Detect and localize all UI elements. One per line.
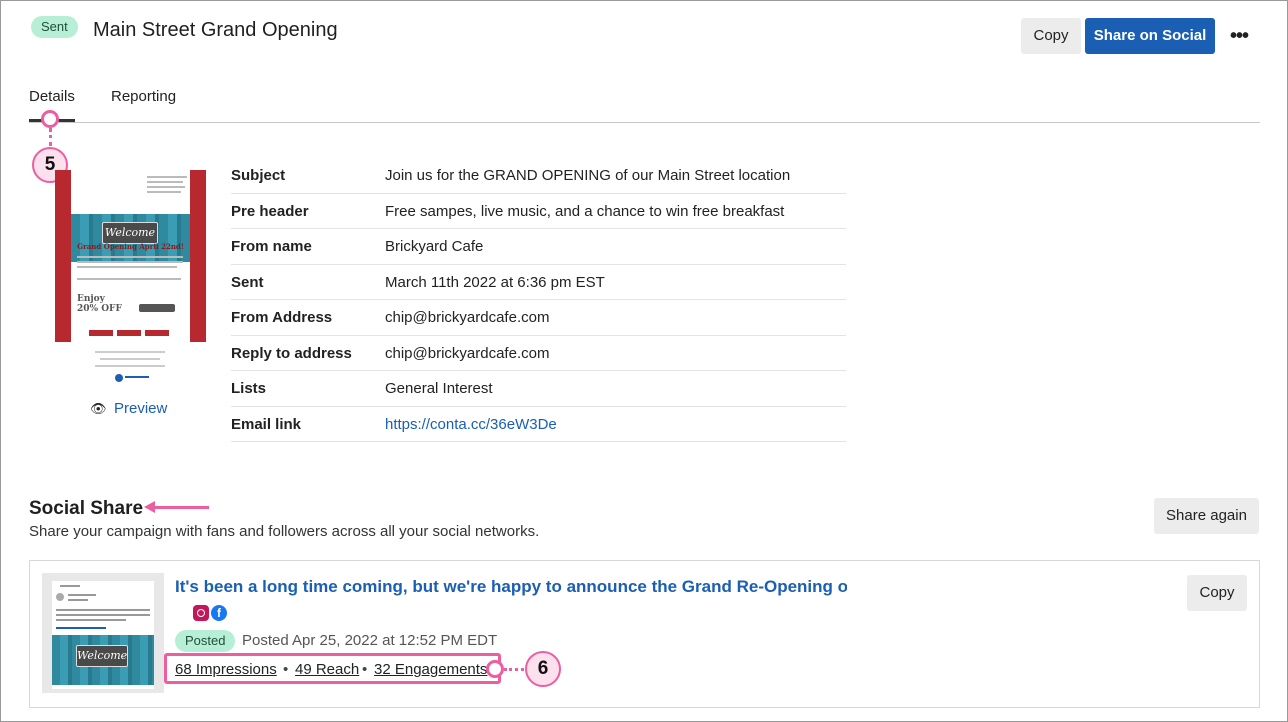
details-label: From Address <box>231 309 333 326</box>
details-row: Email link https://conta.cc/36eW3De <box>231 407 846 442</box>
callout-connector <box>504 668 524 671</box>
more-options-icon[interactable]: ••• <box>1226 26 1252 46</box>
copy-post-button[interactable]: Copy <box>1187 575 1247 611</box>
thumb-welcome-sign: Welcome <box>102 222 158 244</box>
thumb-offer: Enjoy 20% OFF <box>77 294 122 314</box>
impressions-link[interactable]: 68 Impressions <box>175 661 277 678</box>
email-link[interactable]: https://conta.cc/36eW3De <box>385 416 557 433</box>
tab-details[interactable]: Details <box>29 88 75 105</box>
callout-marker <box>486 660 504 678</box>
thumb-red-button <box>145 330 169 336</box>
post-text-line <box>56 614 150 616</box>
details-row: Subject Join us for the GRAND OPENING of… <box>231 158 846 194</box>
details-row: Sent March 11th 2022 at 6:36 pm EST <box>231 265 846 300</box>
reach-link[interactable]: 49 Reach <box>295 661 359 678</box>
thumb-text-line <box>77 256 183 258</box>
callout-connector <box>49 128 52 146</box>
facebook-icon: f <box>211 605 227 621</box>
thumb-text-line <box>147 191 181 193</box>
details-value: March 11th 2022 at 6:36 pm EST <box>385 273 605 291</box>
thumb-text-line <box>100 358 160 360</box>
status-badge: Sent <box>31 16 78 38</box>
preview-link[interactable]: 👁 Preview <box>90 400 167 417</box>
social-post-card: Welcome It's been a long time coming, bu… <box>29 560 1260 708</box>
post-text-line <box>60 585 80 587</box>
details-value: Brickyard Cafe <box>385 238 484 255</box>
thumb-text-line <box>147 186 185 188</box>
details-value: chip@brickyardcafe.com <box>385 309 550 326</box>
posted-timestamp: Posted Apr 25, 2022 at 12:52 PM EDT <box>242 632 498 649</box>
share-on-social-button[interactable]: Share on Social <box>1085 18 1215 54</box>
thumb-text-line <box>95 365 165 367</box>
thumb-text-line <box>77 278 181 280</box>
details-label: From name <box>231 238 312 255</box>
avatar <box>56 593 64 601</box>
details-table: Subject Join us for the GRAND OPENING of… <box>231 158 846 442</box>
tab-divider <box>29 122 1260 123</box>
email-thumbnail[interactable]: Welcome Grand Opening April 22nd! Enjoy … <box>55 170 206 389</box>
eye-icon: 👁 <box>90 401 107 416</box>
thumb-red-button <box>117 330 141 336</box>
post-thumbnail[interactable]: Welcome <box>42 573 164 693</box>
post-text-line <box>68 594 96 596</box>
post-welcome-sign: Welcome <box>76 645 128 667</box>
post-title-link[interactable]: It's been a long time coming, but we're … <box>175 577 847 597</box>
details-value: General Interest <box>385 380 493 397</box>
metric-separator: • <box>362 661 368 678</box>
tab-reporting[interactable]: Reporting <box>111 88 176 105</box>
thumb-button <box>139 304 175 312</box>
thumb-text-line <box>77 261 183 263</box>
thumb-text-line <box>125 376 149 378</box>
details-label: Lists <box>231 380 267 397</box>
posted-badge: Posted <box>175 630 236 652</box>
details-label: Sent <box>231 273 264 291</box>
details-row: Lists General Interest <box>231 371 846 407</box>
details-value: chip@brickyardcafe.com <box>385 344 550 362</box>
details-value: Join us for the GRAND OPENING of our Mai… <box>385 167 791 184</box>
post-text-line <box>56 627 106 629</box>
page-title: Main Street Grand Opening <box>93 19 338 41</box>
post-text-line <box>56 619 126 621</box>
callout-arrow-line <box>154 506 209 509</box>
details-row: Reply to address chip@brickyardcafe.com <box>231 336 846 371</box>
thumb-text-line <box>95 351 165 353</box>
callout-marker <box>41 110 59 128</box>
thumb-headline: Grand Opening April 22nd! <box>77 242 184 251</box>
instagram-icon <box>193 605 209 621</box>
preview-label: Preview <box>114 400 168 417</box>
constant-contact-logo <box>115 374 123 382</box>
details-value: Free sampes, live music, and a chance to… <box>385 202 785 220</box>
metric-separator: • <box>283 661 289 678</box>
thumb-text-line <box>147 181 183 183</box>
engagements-link[interactable]: 32 Engagements <box>374 661 487 678</box>
details-label: Subject <box>231 167 286 184</box>
thumb-text-line <box>77 266 177 268</box>
details-label: Email link <box>231 415 302 433</box>
post-text-line <box>68 599 88 601</box>
post-text-line <box>56 609 150 611</box>
details-label: Pre header <box>231 202 309 220</box>
share-again-button[interactable]: Share again <box>1154 498 1259 534</box>
details-row: From name Brickyard Cafe <box>231 229 846 265</box>
thumb-red-button <box>89 330 113 336</box>
details-row: From Address chip@brickyardcafe.com <box>231 300 846 336</box>
thumb-text-line <box>147 176 187 178</box>
callout-number-6: 6 <box>525 651 561 687</box>
details-label: Reply to address <box>231 344 352 362</box>
social-share-heading: Social Share <box>29 498 144 519</box>
social-share-subtitle: Share your campaign with fans and follow… <box>29 523 540 540</box>
details-row: Pre header Free sampes, live music, and … <box>231 194 846 229</box>
copy-button[interactable]: Copy <box>1021 18 1081 54</box>
